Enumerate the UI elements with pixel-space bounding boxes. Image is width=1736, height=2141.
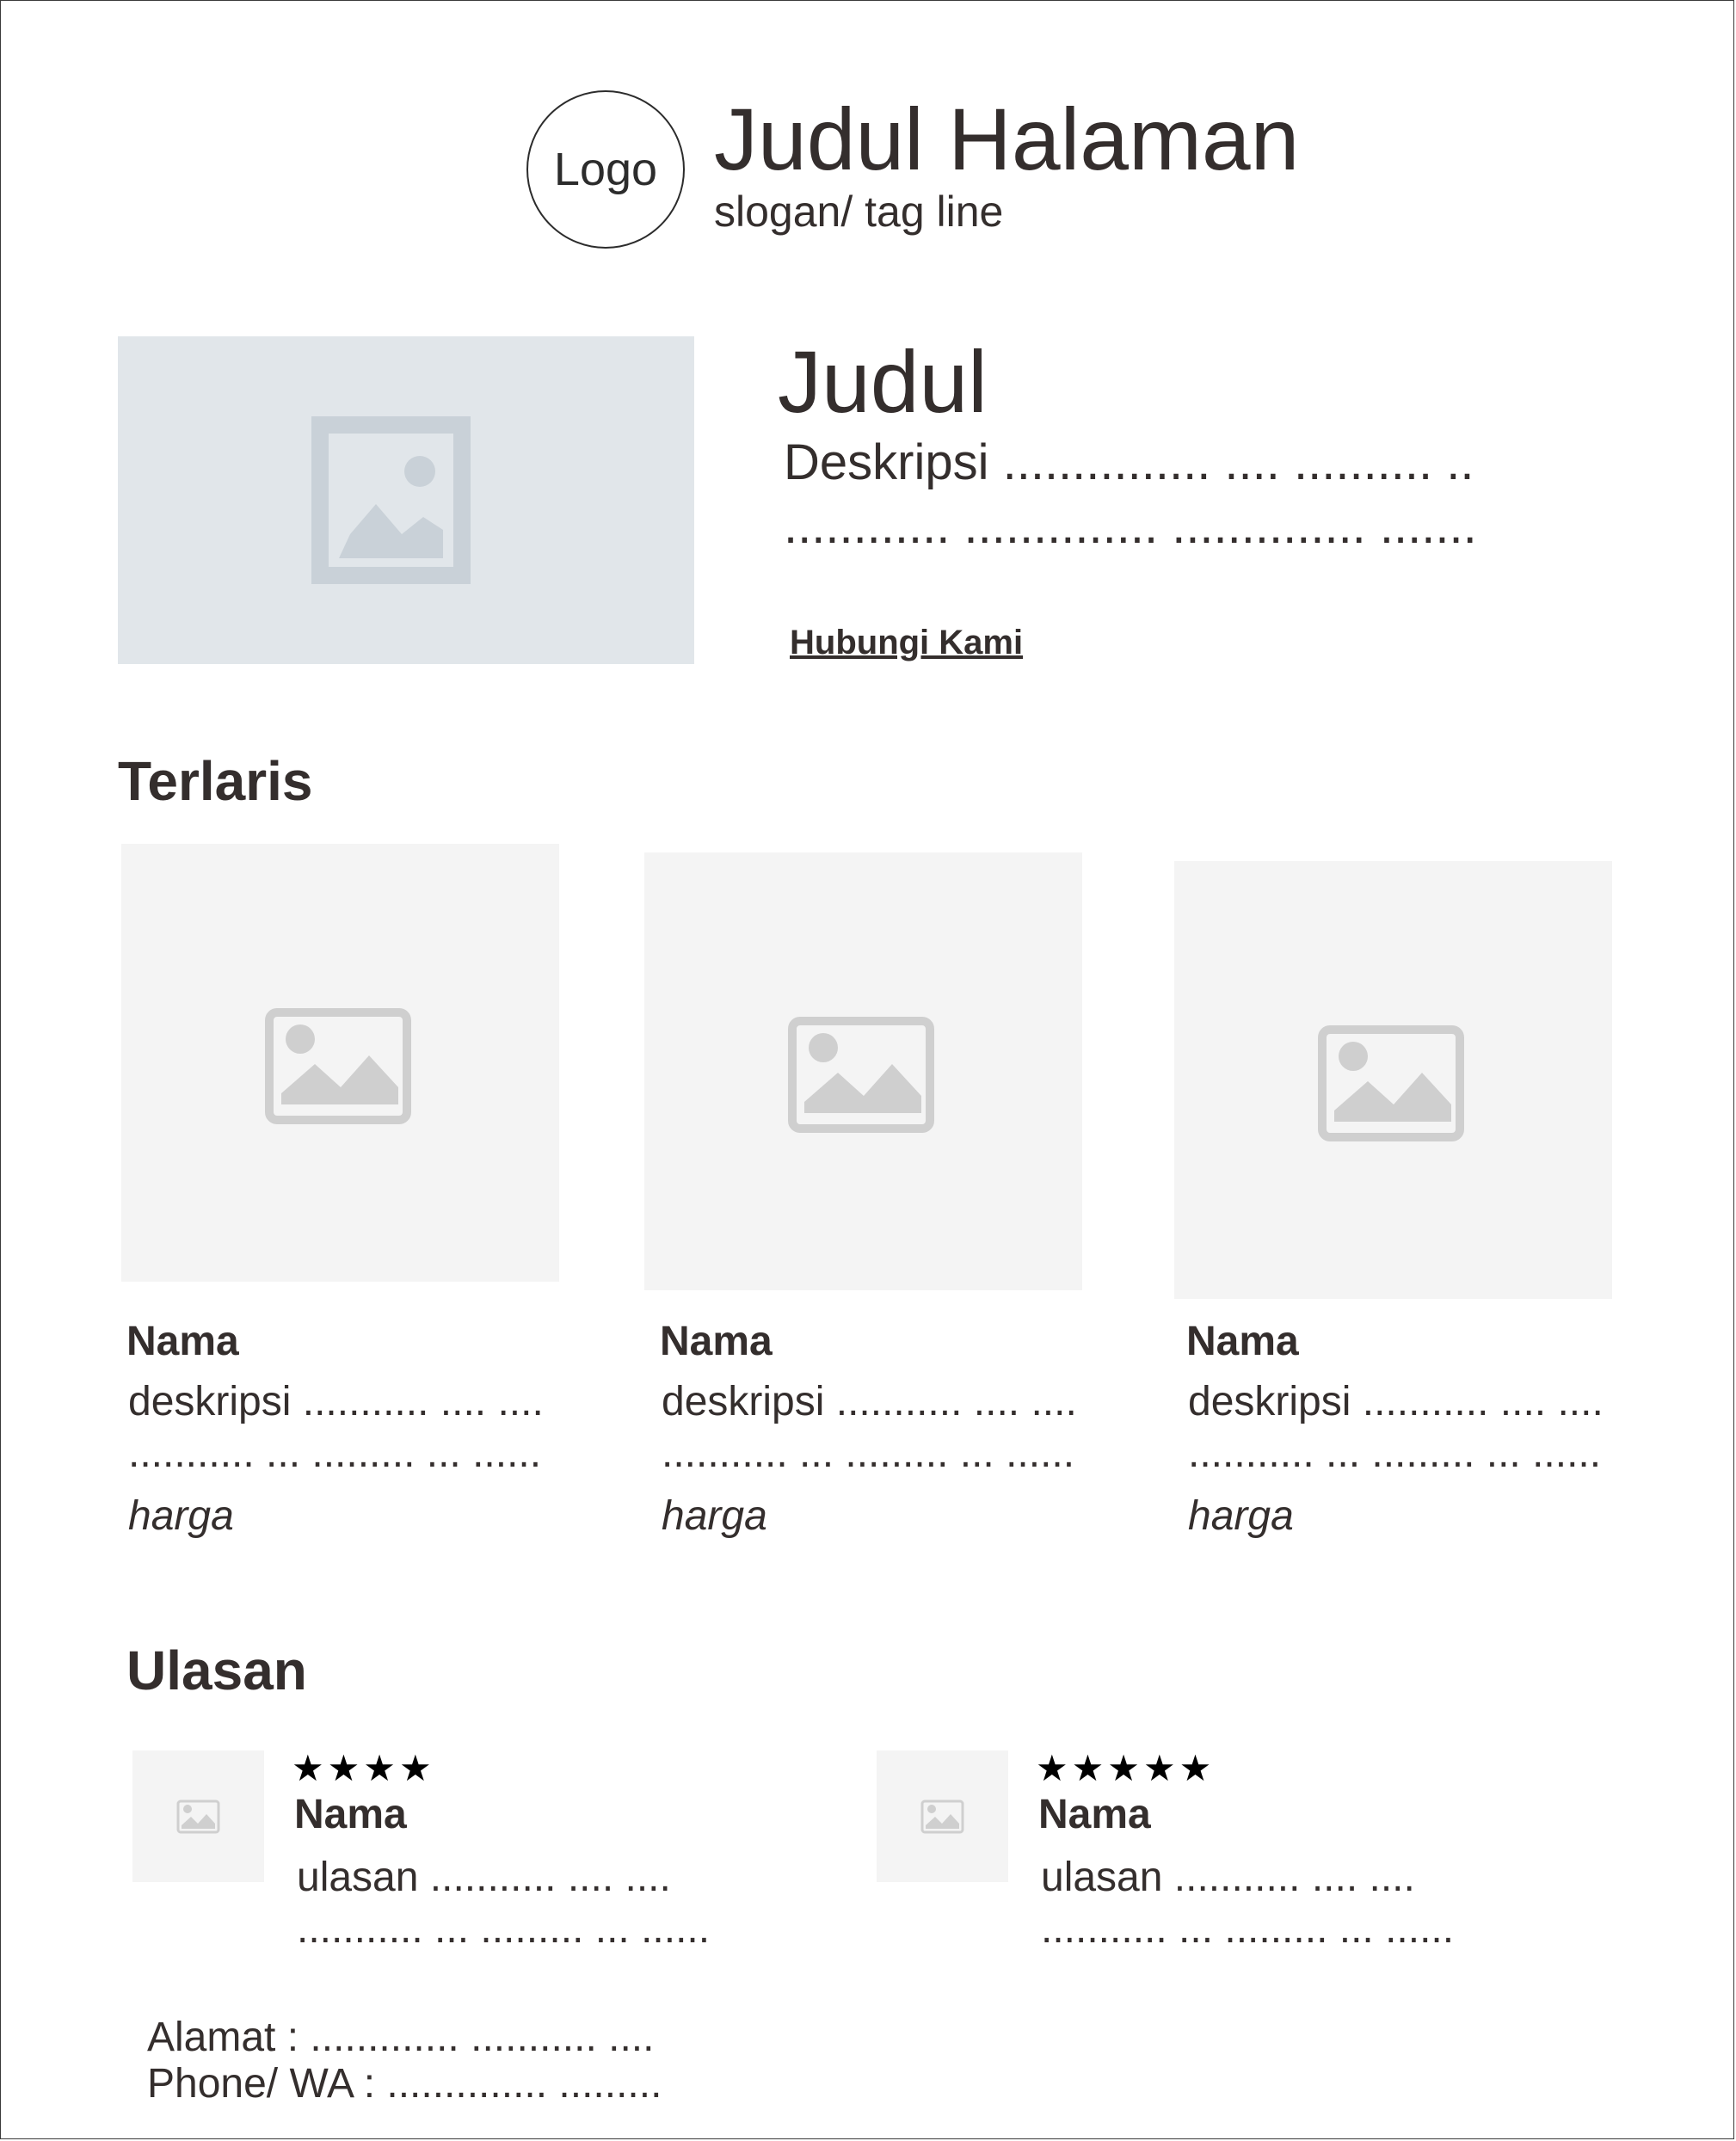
reviews-heading: Ulasan: [126, 1640, 307, 1701]
image-icon: [176, 1800, 220, 1834]
product-image-placeholder[interactable]: [1174, 861, 1612, 1299]
product-price: harga: [1188, 1493, 1294, 1539]
star-rating-4: ★★★★: [292, 1748, 435, 1788]
review-text-line2: ........... ... ......... ... ......: [1041, 1906, 1455, 1952]
reviewer-avatar-placeholder: [132, 1750, 264, 1882]
page-slogan: slogan/ tag line: [714, 188, 1004, 236]
hero-description-line2: ............ .............. ............…: [784, 498, 1477, 554]
footer-address: Alamat : ............. ........... ....: [147, 2015, 655, 2060]
image-icon: [1318, 1025, 1464, 1141]
product-description-line1: deskripsi ........... .... ....: [128, 1379, 544, 1424]
product-name: Nama: [126, 1319, 239, 1364]
page-title: Judul Halaman: [714, 90, 1300, 188]
hero-title: Judul: [778, 333, 988, 431]
product-description-line2: ........... ... ......... ... ......: [128, 1430, 542, 1476]
product-price: harga: [128, 1493, 234, 1539]
review-text-line1: ulasan ........... .... ....: [1041, 1855, 1415, 1900]
review-text-line2: ........... ... ......... ... ......: [297, 1906, 711, 1952]
review-text-line1: ulasan ........... .... ....: [297, 1855, 671, 1900]
logo-label: Logo: [553, 144, 658, 195]
reviewer-name: Nama: [1038, 1792, 1151, 1837]
product-price: harga: [662, 1493, 767, 1539]
product-description-line1: deskripsi ........... .... ....: [1188, 1379, 1604, 1424]
reviewer-avatar-placeholder: [877, 1750, 1008, 1882]
product-description-line1: deskripsi ........... .... ....: [662, 1379, 1077, 1424]
reviewer-name: Nama: [294, 1792, 407, 1837]
image-icon: [788, 1017, 934, 1133]
product-name: Nama: [1186, 1319, 1299, 1364]
page-frame: Logo Judul Halaman slogan/ tag line Judu…: [0, 0, 1734, 2139]
product-image-placeholder[interactable]: [121, 844, 559, 1282]
footer-phone: Phone/ WA : .............. .........: [147, 2061, 662, 2107]
hero-description-line1: Deskripsi ............... .... .........…: [784, 434, 1474, 490]
logo[interactable]: Logo: [526, 90, 685, 249]
star-rating-5: ★★★★★: [1036, 1748, 1216, 1788]
image-icon: [265, 1008, 411, 1124]
product-name: Nama: [660, 1319, 773, 1364]
product-image-placeholder[interactable]: [644, 852, 1082, 1290]
bestsellers-heading: Terlaris: [118, 750, 313, 812]
contact-us-link[interactable]: Hubungi Kami: [790, 625, 1023, 660]
hero-image-placeholder: [118, 336, 694, 664]
product-description-line2: ........... ... ......... ... ......: [1188, 1430, 1602, 1476]
image-icon: [311, 416, 471, 584]
image-icon: [920, 1800, 964, 1834]
product-description-line2: ........... ... ......... ... ......: [662, 1430, 1075, 1476]
